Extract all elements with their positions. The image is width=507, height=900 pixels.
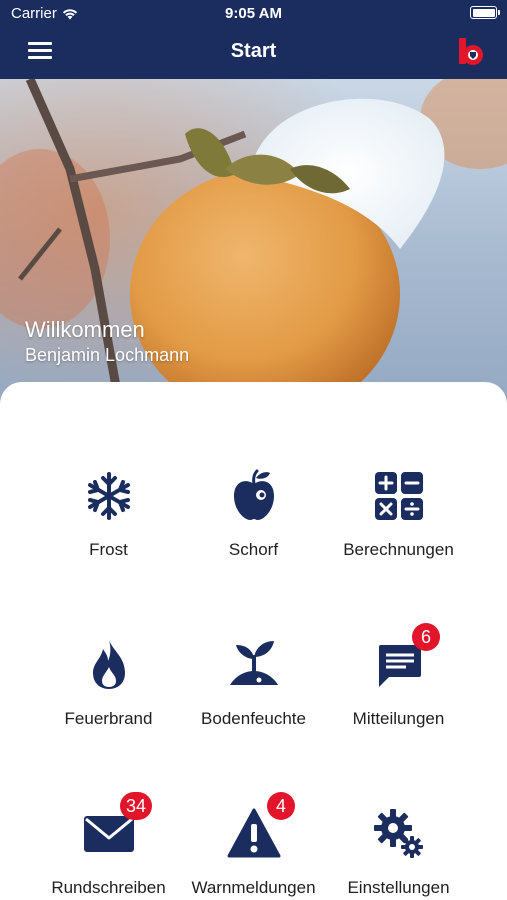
- battery-icon: [470, 6, 500, 19]
- tile-label: Berechnungen: [343, 540, 454, 559]
- unread-badge: 6: [412, 623, 440, 651]
- tile-label: Mitteilungen: [352, 709, 445, 728]
- unread-badge: 34: [120, 792, 153, 820]
- welcome-label: Willkommen: [25, 317, 145, 342]
- user-name: Benjamin Lochmann: [25, 345, 190, 365]
- tile-label: Bodenfeuchte: [201, 709, 306, 728]
- brand-logo-icon[interactable]: [459, 38, 485, 66]
- tile-schorf[interactable]: Schorf: [169, 468, 338, 598]
- hero-image: Willkommen Benjamin Lochmann: [0, 79, 507, 409]
- menu-panel: Frost Schorf Berechnungen Feuerbrand Bod…: [0, 382, 507, 900]
- tile-label: Rundschreiben: [51, 878, 166, 897]
- tile-label: Schorf: [228, 540, 279, 559]
- tile-berechnungen[interactable]: Berechnungen: [314, 468, 483, 598]
- gears-icon: [373, 809, 423, 858]
- tile-warnmeldungen[interactable]: 4 Warnmeldungen: [169, 792, 338, 900]
- status-bar: Carrier 9:05 AM: [0, 0, 507, 28]
- tile-label: Einstellungen: [347, 878, 450, 897]
- welcome-message: Willkommen Benjamin Lochmann: [25, 317, 189, 366]
- tile-rundschreiben[interactable]: 34 Rundschreiben: [24, 792, 193, 900]
- apple-icon: [233, 469, 274, 520]
- tile-label: Warnmeldungen: [191, 878, 316, 897]
- snowflake-icon: [87, 472, 130, 520]
- status-time: 9:05 AM: [225, 5, 282, 22]
- unread-badge: 4: [267, 792, 295, 820]
- tile-frost[interactable]: Frost: [24, 468, 193, 598]
- tile-bodenfeuchte[interactable]: Bodenfeuchte: [169, 637, 338, 767]
- tile-label: Frost: [89, 540, 128, 559]
- seedling-icon: [229, 641, 278, 685]
- calculator-icon: [374, 472, 423, 520]
- tile-label: Feuerbrand: [64, 709, 153, 728]
- flame-icon: [92, 640, 125, 689]
- tile-mitteilungen[interactable]: 6 Mitteilungen: [314, 623, 483, 767]
- tile-einstellungen[interactable]: Einstellungen: [314, 806, 483, 900]
- page-title: Start: [230, 40, 277, 62]
- tile-feuerbrand[interactable]: Feuerbrand: [24, 637, 193, 767]
- navigation-bar: Carrier 9:05 AM Start: [0, 0, 507, 79]
